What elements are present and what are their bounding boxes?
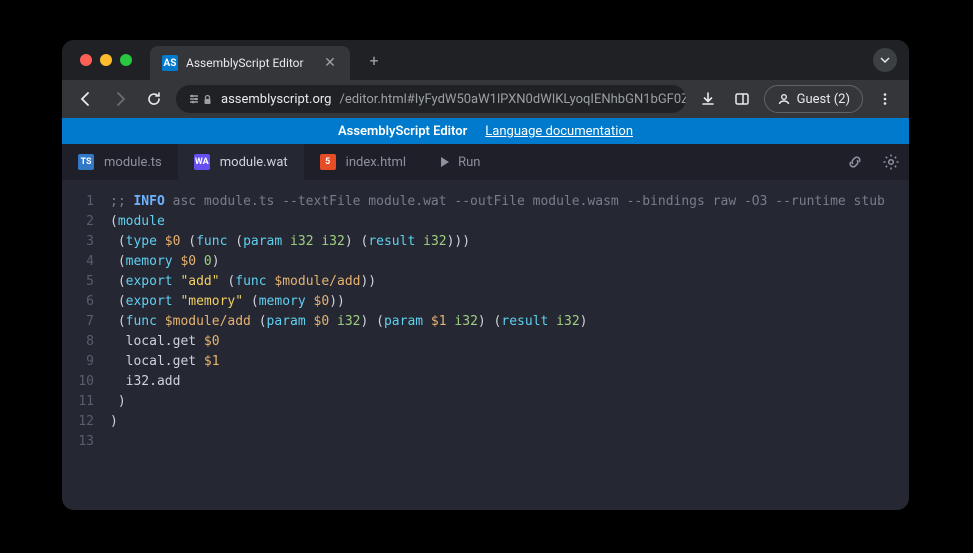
kebab-icon [878, 92, 892, 106]
line-number: 11 [62, 392, 94, 412]
file-icon: TS [78, 154, 94, 170]
code-line: local.get $0 [110, 332, 885, 352]
address-bar: assemblyscript.org/editor.html#IyFydW50a… [62, 80, 909, 118]
line-number: 10 [62, 372, 94, 392]
person-icon [777, 92, 791, 106]
editor-tab-label: module.ts [104, 155, 162, 170]
editor-tab-label: index.html [346, 155, 406, 170]
app-banner: AssemblyScript Editor Language documenta… [62, 118, 909, 144]
run-label: Run [458, 155, 480, 170]
reload-button[interactable] [142, 87, 166, 111]
minimize-window-button[interactable] [100, 54, 112, 66]
chevron-down-icon [880, 55, 890, 65]
code-line: ;; INFO asc module.ts --textFile module.… [110, 192, 885, 212]
code-line: (export "add" (func $module/add)) [110, 272, 885, 292]
download-button[interactable] [696, 87, 720, 111]
line-number: 13 [62, 432, 94, 452]
download-icon [700, 91, 716, 107]
lock-icon [202, 94, 213, 105]
line-number: 1 [62, 192, 94, 212]
code-line: i32.add [110, 372, 885, 392]
docs-link[interactable]: Language documentation [485, 124, 633, 139]
editor-tab-index-html[interactable]: 5 index.html [304, 144, 422, 180]
line-number: 6 [62, 292, 94, 312]
code-content[interactable]: ;; INFO asc module.ts --textFile module.… [110, 192, 885, 452]
line-number: 4 [62, 252, 94, 272]
profile-button[interactable]: Guest (2) [764, 85, 863, 113]
reload-icon [146, 91, 162, 107]
chrome-menu-button[interactable] [873, 87, 897, 111]
line-number: 9 [62, 352, 94, 372]
tune-icon [188, 93, 200, 105]
file-icon: 5 [320, 154, 336, 170]
url-path: /editor.html#IyFydW50aW1lPXN0dWIKLyoqIEN… [339, 92, 685, 107]
forward-button[interactable] [108, 87, 132, 111]
chrome-tabbar: AS AssemblyScript Editor ✕ + [62, 40, 909, 80]
line-number: 5 [62, 272, 94, 292]
app-title: AssemblyScript Editor [338, 124, 467, 139]
line-number: 2 [62, 212, 94, 232]
settings-button[interactable] [873, 144, 909, 180]
code-line: (type $0 (func (param i32 i32) (result i… [110, 232, 885, 252]
line-number: 3 [62, 232, 94, 252]
line-number: 8 [62, 332, 94, 352]
run-button[interactable]: Run [422, 144, 496, 180]
line-number: 12 [62, 412, 94, 432]
code-line: (module [110, 212, 885, 232]
editor-tab-label: module.wat [220, 155, 288, 170]
browser-tab-title: AssemblyScript Editor [186, 56, 304, 70]
code-line: ) [110, 412, 885, 432]
traffic-lights [80, 54, 132, 66]
code-line: (export "memory" (memory $0)) [110, 292, 885, 312]
play-icon [438, 156, 450, 168]
editor-tabbar: TS module.ts WA module.wat 5 index.html Run [62, 144, 909, 180]
close-tab-button[interactable]: ✕ [322, 55, 338, 71]
maximize-window-button[interactable] [120, 54, 132, 66]
code-line: (func $module/add (param $0 i32) (param … [110, 312, 885, 332]
url-host: assemblyscript.org [221, 92, 331, 107]
site-info-button[interactable] [188, 93, 213, 105]
line-number: 7 [62, 312, 94, 332]
assemblyscript-favicon-icon: AS [162, 55, 178, 71]
panel-icon [734, 91, 750, 107]
code-line: (memory $0 0) [110, 252, 885, 272]
link-icon [846, 153, 864, 171]
file-icon: WA [194, 154, 210, 170]
close-window-button[interactable] [80, 54, 92, 66]
editor-tab-module-ts[interactable]: TS module.ts [62, 144, 178, 180]
back-button[interactable] [74, 87, 98, 111]
browser-window: AS AssemblyScript Editor ✕ + assemblyscr… [62, 40, 909, 510]
browser-tab[interactable]: AS AssemblyScript Editor ✕ [150, 46, 350, 80]
side-panel-button[interactable] [730, 87, 754, 111]
code-line: local.get $1 [110, 352, 885, 372]
arrow-right-icon [112, 91, 128, 107]
line-number-gutter: 12345678910111213 [62, 192, 110, 452]
url-input[interactable]: assemblyscript.org/editor.html#IyFydW50a… [176, 85, 686, 113]
code-line: ) [110, 392, 885, 412]
gear-icon [882, 153, 900, 171]
share-button[interactable] [837, 144, 873, 180]
code-editor[interactable]: 12345678910111213 ;; INFO asc module.ts … [62, 180, 909, 452]
new-tab-button[interactable]: + [360, 46, 388, 74]
code-line [110, 432, 885, 452]
tab-overflow-button[interactable] [873, 48, 897, 72]
profile-label: Guest (2) [797, 92, 850, 107]
editor-tab-module-wat[interactable]: WA module.wat [178, 144, 304, 180]
arrow-left-icon [78, 91, 94, 107]
